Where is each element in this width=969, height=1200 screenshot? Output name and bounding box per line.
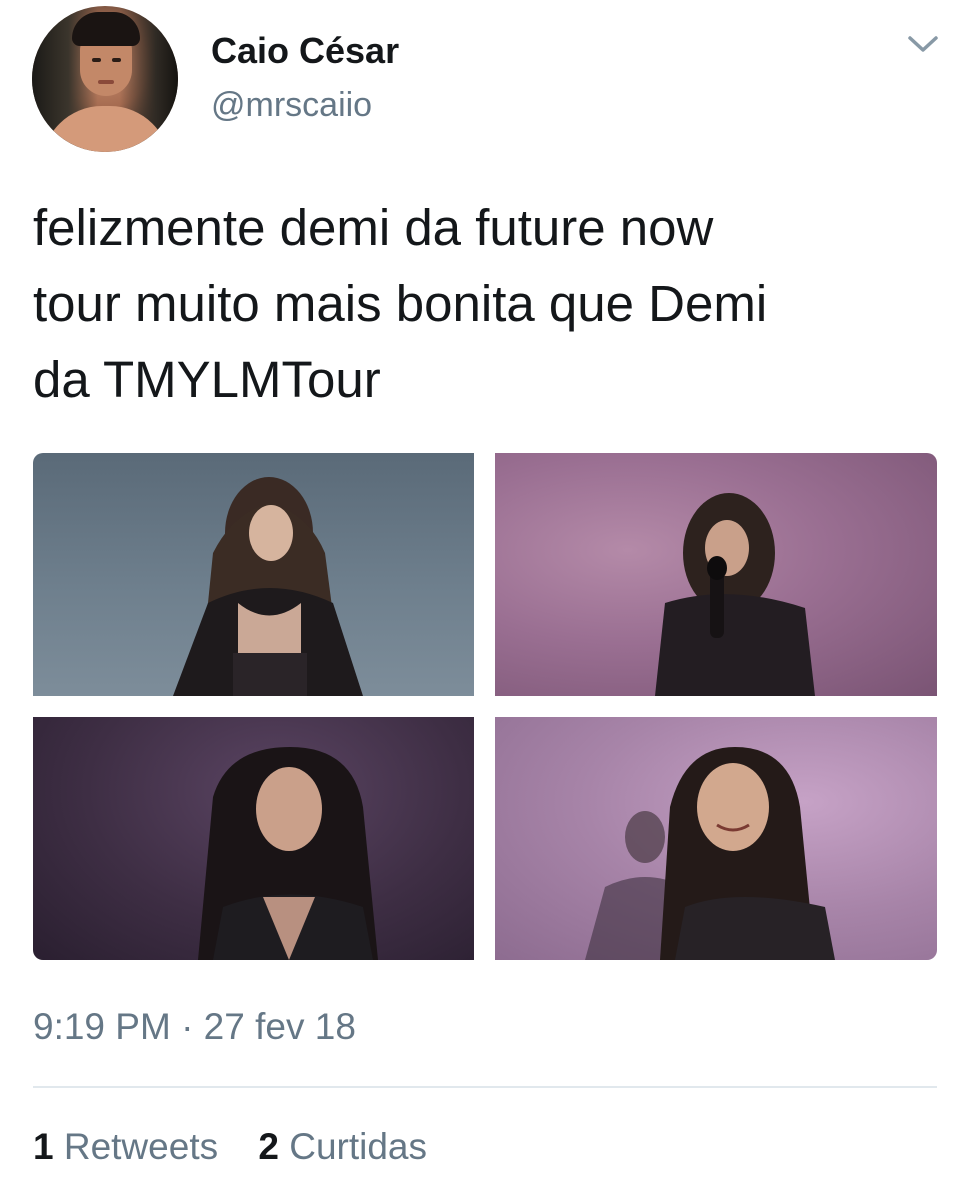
author-handle[interactable]: @mrscaiio — [211, 86, 372, 125]
tweet-stats: 1 Retweets 2 Curtidas — [33, 1126, 457, 1168]
retweets-label: Retweets — [63, 1126, 219, 1167]
likes-label: Curtidas — [289, 1126, 428, 1167]
tweet-photo-2[interactable] — [495, 453, 937, 696]
tweet-photo-1[interactable] — [33, 453, 474, 696]
author-display-name[interactable]: Caio César — [211, 30, 399, 72]
divider — [33, 1086, 937, 1088]
likes-count: 2 — [258, 1126, 279, 1167]
tweet-timestamp[interactable]: 9:19 PM · 27 fev 18 — [33, 1006, 356, 1048]
retweets-count: 1 — [33, 1126, 54, 1167]
chevron-down-icon[interactable] — [906, 32, 940, 56]
avatar[interactable] — [32, 6, 178, 152]
likes-stat[interactable]: 2 Curtidas — [258, 1126, 427, 1168]
tweet-text: felizmente demi da future now tour muito… — [33, 199, 768, 408]
tweet-photo-3[interactable] — [33, 717, 474, 960]
tweet-photo-4[interactable] — [495, 717, 937, 960]
tweet-card: Caio César @mrscaiio felizmente demi da … — [0, 0, 969, 1200]
retweets-stat[interactable]: 1 Retweets — [33, 1126, 218, 1168]
